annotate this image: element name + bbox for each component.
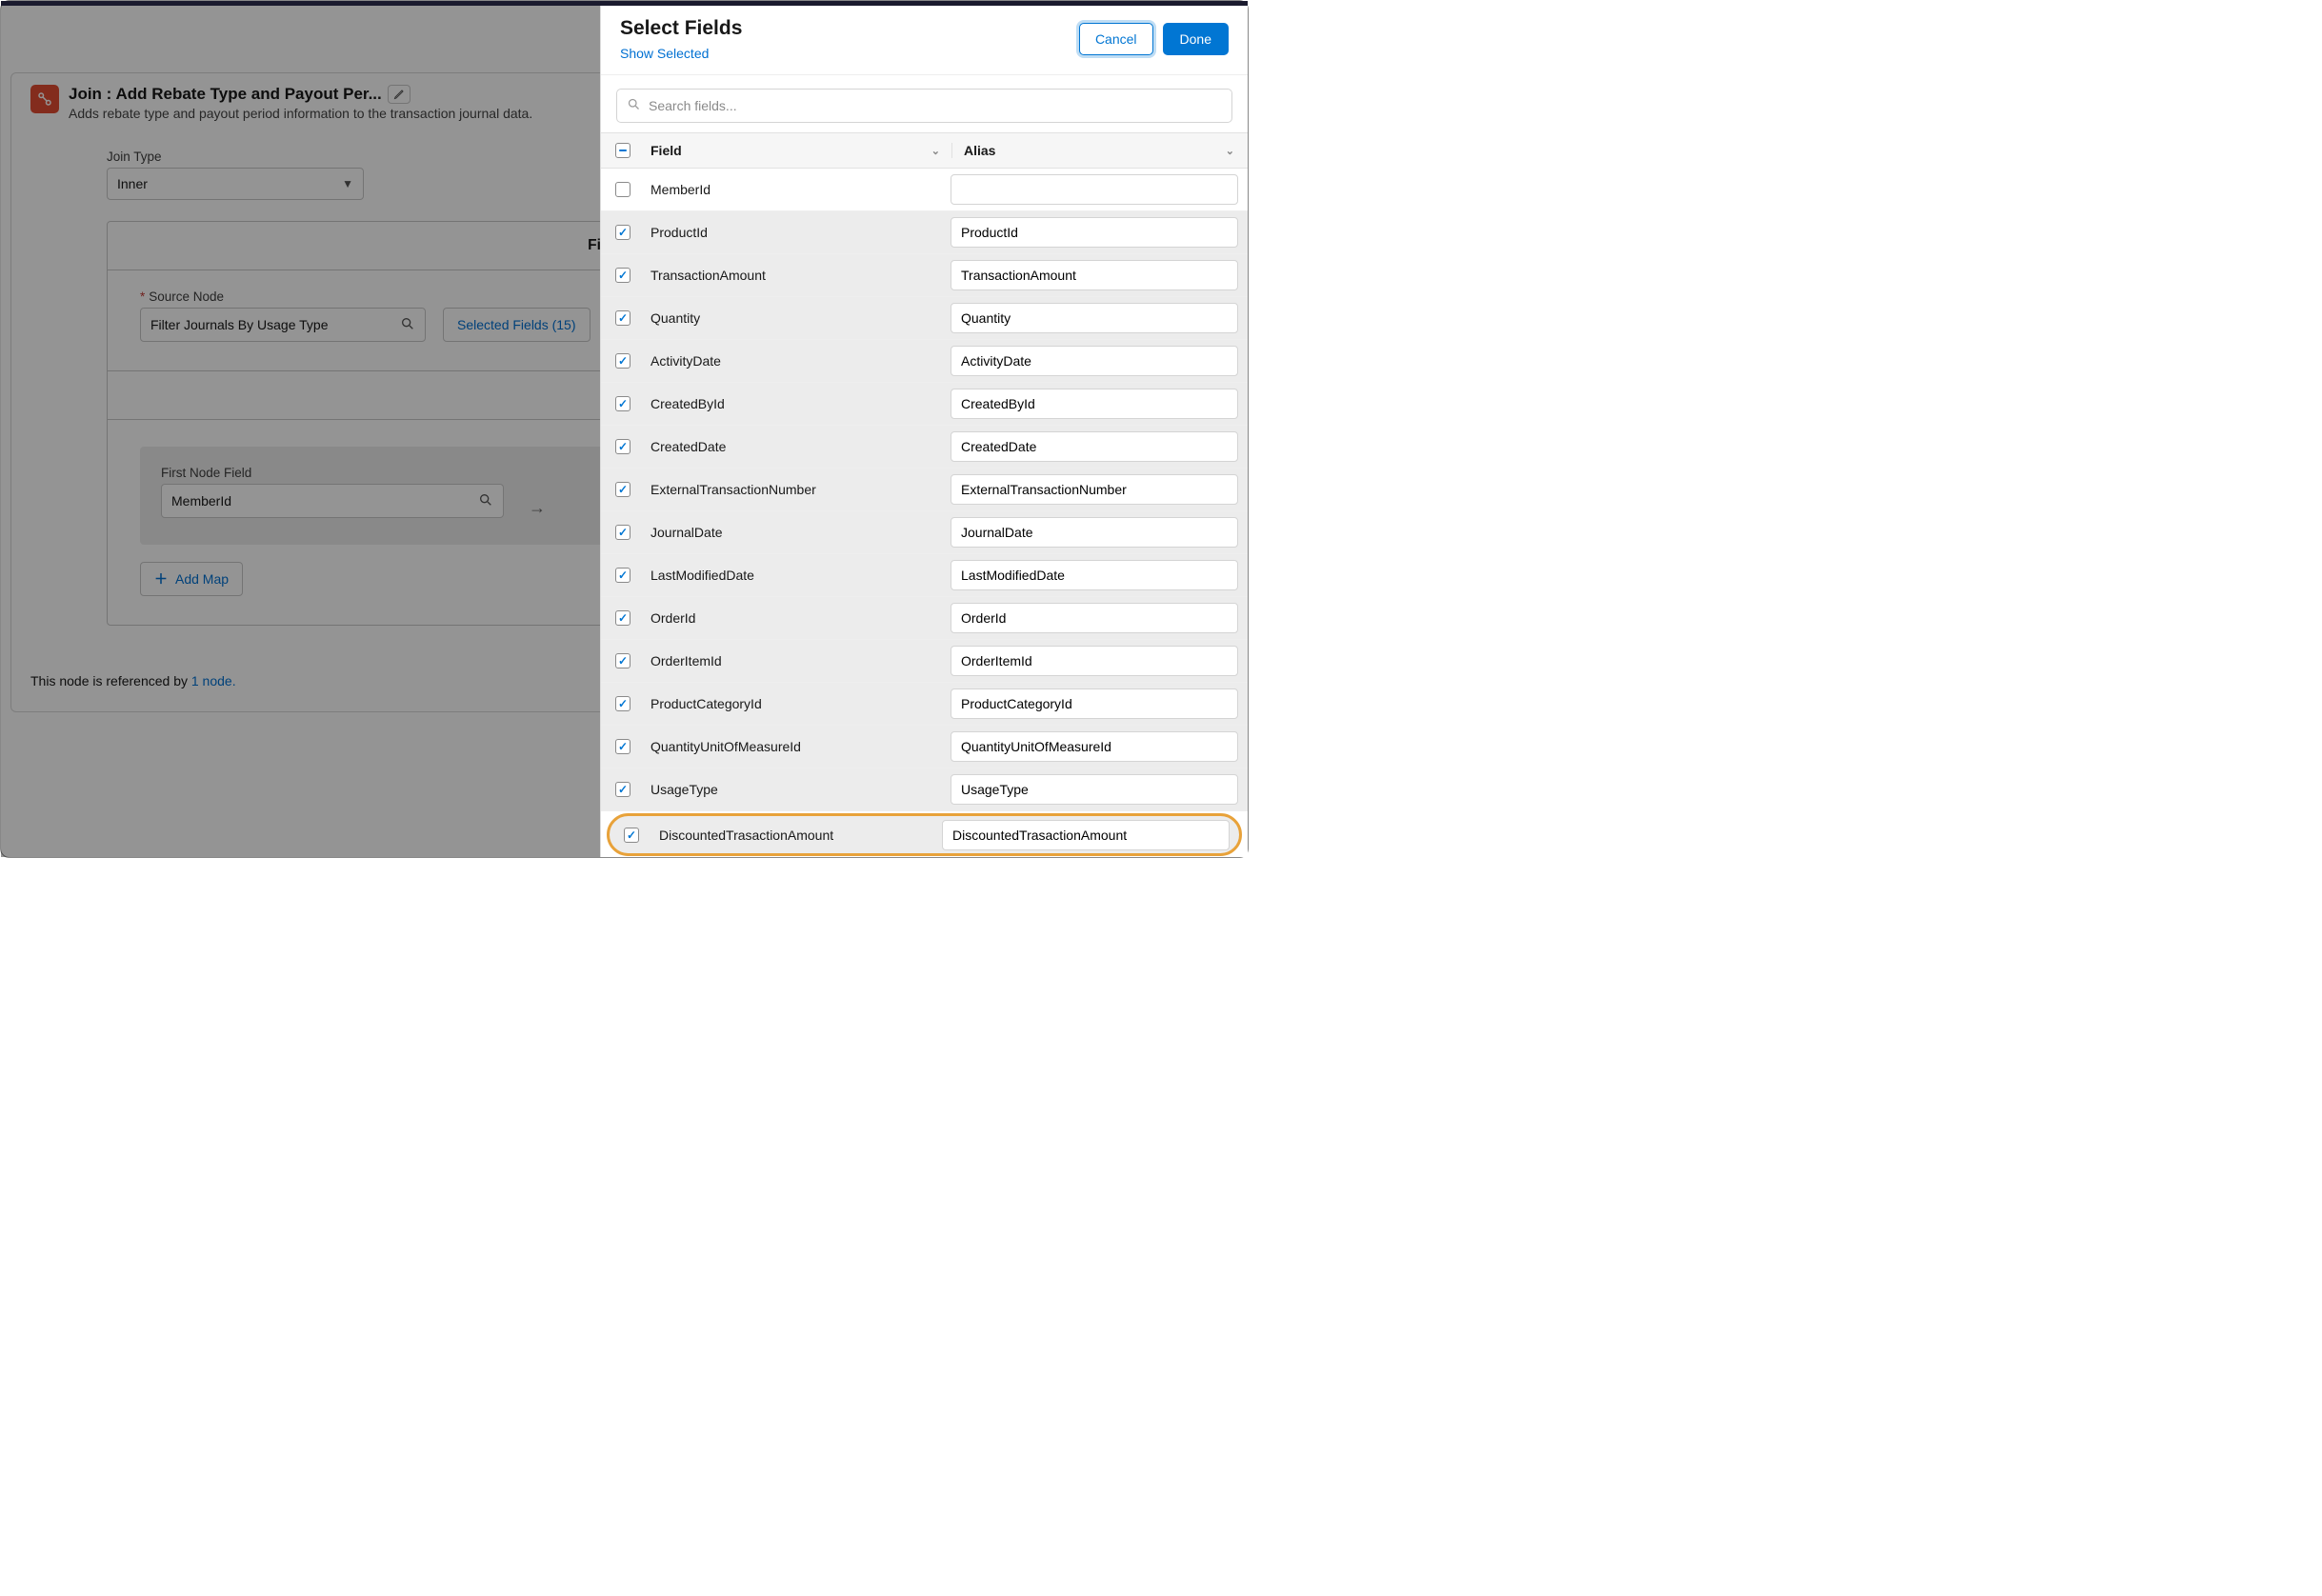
row-checkbox[interactable] <box>615 610 631 626</box>
row-checkbox[interactable] <box>624 828 639 843</box>
field-row: OrderId <box>601 597 1248 640</box>
chevron-down-icon: ⌄ <box>1226 145 1234 157</box>
row-checkbox[interactable] <box>615 525 631 540</box>
drawer-title: Select Fields <box>620 17 742 40</box>
plus-icon: ＋ <box>154 569 168 589</box>
source-node-value: Filter Journals By Usage Type <box>150 317 329 332</box>
field-name: QuantityUnitOfMeasureId <box>645 739 951 754</box>
row-checkbox[interactable] <box>615 653 631 668</box>
chevron-down-icon: ⌄ <box>931 145 940 157</box>
alias-input[interactable] <box>951 603 1238 633</box>
field-name: ProductCategoryId <box>645 696 951 711</box>
field-name: UsageType <box>645 782 951 797</box>
alias-input[interactable] <box>951 474 1238 505</box>
field-name: ExternalTransactionNumber <box>645 482 951 497</box>
field-name: CreatedDate <box>645 439 951 454</box>
search-input-field[interactable] <box>649 98 1222 113</box>
row-checkbox[interactable] <box>615 696 631 711</box>
alias-input[interactable] <box>951 303 1238 333</box>
join-type-value: Inner <box>117 176 148 191</box>
search-fields-input[interactable] <box>616 89 1232 123</box>
join-node-icon <box>30 85 59 113</box>
field-column-header[interactable]: Field ⌄ <box>645 143 952 158</box>
alias-input[interactable] <box>951 174 1238 205</box>
alias-input[interactable] <box>951 260 1238 290</box>
field-name: JournalDate <box>645 525 951 540</box>
row-checkbox[interactable] <box>615 439 631 454</box>
field-name: TransactionAmount <box>645 268 951 283</box>
row-checkbox[interactable] <box>615 782 631 797</box>
select-all-checkbox[interactable] <box>615 143 631 158</box>
field-row: ActivityDate <box>601 340 1248 383</box>
panel-title: Join : Add Rebate Type and Payout Per... <box>69 85 382 104</box>
field-row: UsageType <box>601 768 1248 811</box>
fields-table-header: Field ⌄ Alias ⌄ <box>601 132 1248 169</box>
selected-fields-button[interactable]: Selected Fields (15) <box>443 308 591 342</box>
done-button[interactable]: Done <box>1163 23 1229 55</box>
alias-input[interactable] <box>951 731 1238 762</box>
field-name: OrderId <box>645 610 951 626</box>
row-checkbox[interactable] <box>615 225 631 240</box>
alias-input[interactable] <box>951 774 1238 805</box>
field-name: DiscountedTrasactionAmount <box>653 828 942 843</box>
field-row: DiscountedTrasactionAmount <box>607 813 1242 856</box>
referenced-by-link[interactable]: 1 node. <box>191 673 236 688</box>
alias-input[interactable] <box>951 389 1238 419</box>
field-row: QuantityUnitOfMeasureId <box>601 726 1248 768</box>
row-checkbox[interactable] <box>615 268 631 283</box>
row-checkbox[interactable] <box>615 310 631 326</box>
alias-input[interactable] <box>951 431 1238 462</box>
field-row: CreatedDate <box>601 426 1248 469</box>
alias-input[interactable] <box>951 688 1238 719</box>
field-row: TransactionAmount <box>601 254 1248 297</box>
alias-input[interactable] <box>951 517 1238 548</box>
source-node-input[interactable]: Filter Journals By Usage Type <box>140 308 426 342</box>
row-checkbox[interactable] <box>615 482 631 497</box>
row-checkbox[interactable] <box>615 182 631 197</box>
field-row: ProductId <box>601 211 1248 254</box>
row-checkbox[interactable] <box>615 739 631 754</box>
field-row: CreatedById <box>601 383 1248 426</box>
panel-subtitle: Adds rebate type and payout period infor… <box>69 106 532 121</box>
field-name: Quantity <box>645 310 951 326</box>
search-icon <box>400 316 415 334</box>
edit-title-button[interactable] <box>388 85 410 104</box>
alias-input[interactable] <box>951 217 1238 248</box>
row-checkbox[interactable] <box>615 353 631 369</box>
join-type-select[interactable]: Inner ▼ <box>107 168 364 200</box>
field-name: LastModifiedDate <box>645 568 951 583</box>
alias-input[interactable] <box>951 346 1238 376</box>
arrow-right-icon: → <box>521 498 553 518</box>
search-icon <box>478 492 493 510</box>
row-checkbox[interactable] <box>615 568 631 583</box>
alias-column-header[interactable]: Alias ⌄ <box>952 143 1248 158</box>
alias-input[interactable] <box>942 820 1230 850</box>
field-row: ExternalTransactionNumber <box>601 469 1248 511</box>
chevron-down-icon: ▼ <box>342 177 353 190</box>
field-name: MemberId <box>645 182 951 197</box>
show-selected-link[interactable]: Show Selected <box>620 46 742 61</box>
alias-input[interactable] <box>951 646 1238 676</box>
field-row: LastModifiedDate <box>601 554 1248 597</box>
field-row: JournalDate <box>601 511 1248 554</box>
row-checkbox[interactable] <box>615 396 631 411</box>
alias-input[interactable] <box>951 560 1238 590</box>
first-node-field-value: MemberId <box>171 493 231 509</box>
cancel-button[interactable]: Cancel <box>1079 23 1153 55</box>
field-name: ActivityDate <box>645 353 951 369</box>
search-icon <box>627 97 641 114</box>
select-fields-drawer: Select Fields Show Selected Cancel Done … <box>600 6 1248 857</box>
add-map-button[interactable]: ＋ Add Map <box>140 562 243 596</box>
first-node-field-input[interactable]: MemberId <box>161 484 504 518</box>
field-row: OrderItemId <box>601 640 1248 683</box>
field-name: CreatedById <box>645 396 951 411</box>
field-row: MemberId <box>601 169 1248 211</box>
field-row: Quantity <box>601 297 1248 340</box>
field-row: ProductCategoryId <box>601 683 1248 726</box>
fields-table-body: MemberId ProductId TransactionAmount Quanti… <box>601 169 1248 857</box>
field-name: OrderItemId <box>645 653 951 668</box>
field-name: ProductId <box>645 225 951 240</box>
